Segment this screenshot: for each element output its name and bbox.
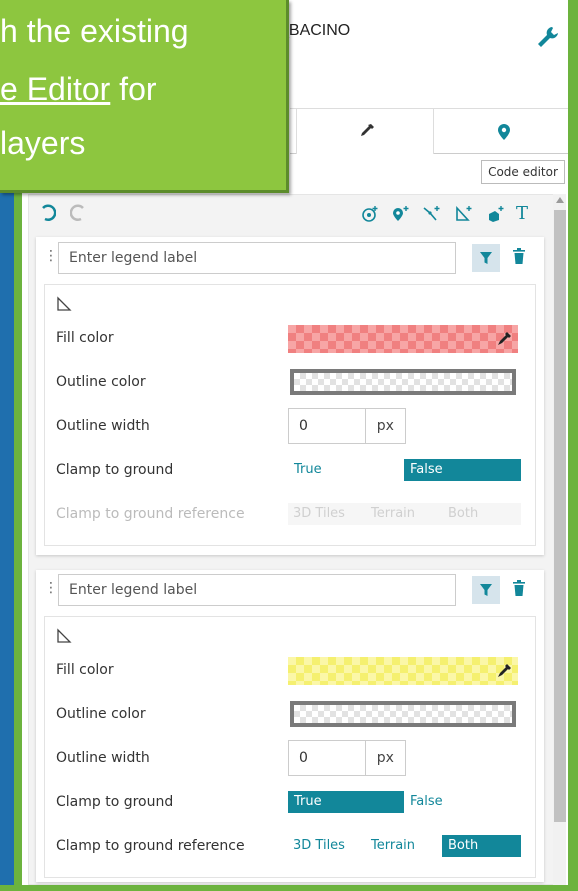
clamp-to-ground-label: Clamp to ground	[56, 462, 174, 478]
wrench-icon[interactable]	[535, 24, 563, 50]
filter-button[interactable]	[472, 244, 500, 272]
layer-title: _BACINO	[280, 22, 351, 39]
clamp-ref-terrain-option: Terrain	[371, 506, 416, 521]
clamp-to-ground-label: Clamp to ground	[56, 794, 174, 810]
scroll-up-arrow-icon[interactable]	[556, 196, 564, 204]
fill-color-label: Fill color	[56, 662, 114, 678]
clamp-false-option[interactable]: False	[404, 459, 521, 481]
fill-color-swatch[interactable]	[288, 325, 518, 353]
clamp-true-option[interactable]: True	[288, 791, 404, 813]
clamp-ref-3dtiles-option: 3D Tiles	[293, 506, 345, 521]
outline-color-swatch[interactable]	[290, 701, 516, 727]
outline-width-label: Outline width	[56, 418, 150, 434]
add-text-icon[interactable]: T	[516, 204, 536, 224]
undo-icon[interactable]	[40, 204, 57, 222]
filter-icon	[480, 584, 492, 596]
fill-color-label: Fill color	[56, 330, 114, 346]
clamp-true-option[interactable]: True	[288, 459, 404, 481]
clamp-ref-both-option[interactable]: Both	[442, 835, 521, 857]
clamp-ref-3dtiles-option[interactable]: 3D Tiles	[293, 835, 345, 857]
add-polygon-icon[interactable]	[454, 204, 474, 224]
eyedropper-icon	[358, 122, 376, 140]
outline-width-unit: px	[376, 750, 394, 766]
legend-label-input[interactable]: Enter legend label	[58, 242, 456, 274]
outline-width-label: Outline width	[56, 750, 150, 766]
map-pin-icon	[498, 124, 510, 140]
outline-width-input[interactable]: 0 px	[288, 408, 406, 444]
clamp-ref-both-option: Both	[448, 506, 479, 521]
add-model-icon[interactable]	[486, 204, 506, 224]
outline-width-input[interactable]: 0 px	[288, 740, 406, 776]
filter-button[interactable]	[472, 576, 500, 604]
tooltip-line-3: layers	[0, 125, 86, 161]
outline-color-swatch[interactable]	[290, 369, 516, 395]
add-point-icon[interactable]	[360, 204, 380, 224]
tooltip-line-2-rest: for	[110, 71, 157, 107]
filter-icon	[480, 252, 492, 264]
tooltip-line-1: h the existing	[0, 13, 189, 49]
add-marker-icon[interactable]	[390, 204, 410, 224]
outline-width-unit: px	[376, 418, 394, 434]
code-editor-button[interactable]: Code editor	[481, 160, 565, 184]
redo-icon[interactable]	[69, 204, 86, 222]
legend-label-input[interactable]: Enter legend label	[58, 574, 456, 606]
clamp-reference-label: Clamp to ground reference	[56, 506, 245, 522]
trash-icon[interactable]	[512, 580, 526, 596]
scrollbar-thumb[interactable]	[554, 210, 566, 822]
add-line-icon[interactable]	[422, 204, 442, 224]
trash-icon[interactable]	[512, 248, 526, 264]
code-editor-link[interactable]: e Editor	[0, 71, 110, 107]
polygon-icon	[56, 296, 74, 312]
tooltip-line-2: e Editor for	[0, 70, 157, 108]
color-picker-icon[interactable]	[496, 663, 512, 679]
fill-color-swatch[interactable]	[288, 657, 518, 685]
polygon-icon	[56, 628, 74, 644]
clamp-ref-terrain-option[interactable]: Terrain	[371, 835, 415, 857]
outline-color-label: Outline color	[56, 706, 146, 722]
clamp-reference-label: Clamp to ground reference	[56, 838, 245, 854]
outline-width-value[interactable]: 0	[289, 409, 366, 443]
frame-right-border	[568, 0, 578, 891]
outline-color-label: Outline color	[56, 374, 146, 390]
clamp-false-option[interactable]: False	[404, 791, 521, 813]
outline-width-value[interactable]: 0	[289, 741, 366, 775]
frame-bottom-border	[0, 885, 578, 891]
color-picker-icon[interactable]	[496, 331, 512, 347]
